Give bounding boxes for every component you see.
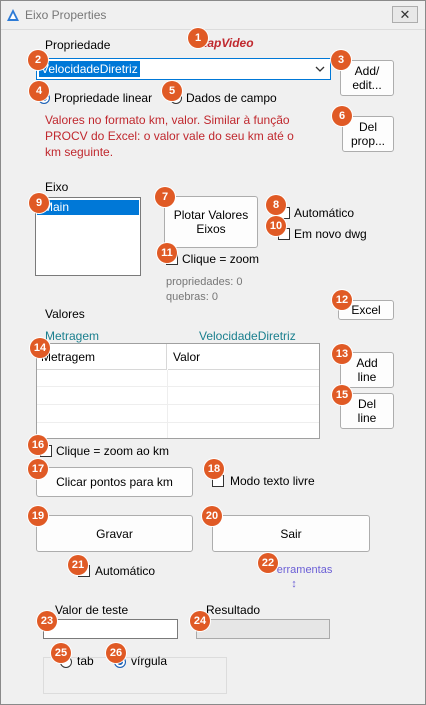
close-button[interactable]: ✕ (392, 6, 418, 23)
valores-table[interactable]: Metragem Valor (36, 343, 320, 439)
badge-12: 12 (332, 290, 352, 310)
table-gridline (37, 386, 319, 387)
app-icon (7, 9, 19, 21)
valor-teste-label: Valor de teste (55, 603, 129, 617)
clique-zoom-km-label: Clique = zoom ao km (56, 444, 170, 458)
column-caption-metragem: Metragem (45, 329, 100, 343)
automatico-gravar-label: Automático (95, 564, 156, 578)
propriedade-select-value: VelocidadeDiretriz (39, 61, 140, 77)
sair-button[interactable]: Sair (212, 515, 370, 552)
badge-4: 4 (29, 81, 49, 101)
badge-1: 1 (188, 28, 208, 48)
quebras-count: quebras: 0 (166, 291, 218, 303)
badge-6: 6 (332, 106, 352, 126)
badge-23: 23 (37, 611, 57, 631)
badge-7: 7 (155, 187, 175, 207)
propriedades-count: propriedades: 0 (166, 276, 243, 288)
propriedade-select[interactable]: VelocidadeDiretriz (36, 58, 331, 80)
propriedade-label: Propriedade (45, 38, 111, 52)
radio-tab-label: tab (77, 654, 94, 668)
badge-9: 9 (29, 193, 49, 213)
clicar-pontos-button[interactable]: Clicar pontos para km (36, 467, 193, 497)
radio-virgula-label: vírgula (131, 654, 168, 668)
table-gridline (37, 404, 319, 405)
badge-24: 24 (190, 611, 210, 631)
lapvideo-label: LapVideo (200, 36, 254, 50)
clique-zoom-label: Clique = zoom (182, 252, 260, 266)
novo-dwg-label: Em novo dwg (294, 227, 367, 241)
table-column-divider (167, 370, 168, 438)
eixo-listbox[interactable]: Main (35, 197, 141, 276)
badge-15: 15 (332, 385, 352, 405)
ferramentas-link[interactable]: Ferramentas ↕ (270, 563, 332, 591)
plotar-valores-button[interactable]: Plotar Valores Eixos (164, 196, 258, 248)
gravar-button[interactable]: Gravar (36, 515, 193, 552)
badge-20: 20 (202, 506, 222, 526)
propriedade-description: Valores no formato km, valor. Similar à … (45, 113, 294, 159)
table-header-metragem[interactable]: Metragem (37, 344, 167, 370)
column-caption-velocidade: VelocidadeDiretriz (199, 329, 296, 343)
eixo-list-item[interactable]: Main (37, 200, 139, 215)
badge-22: 22 (258, 553, 278, 573)
badge-2: 2 (28, 50, 48, 70)
badge-8: 8 (266, 195, 286, 215)
badge-25: 25 (51, 643, 71, 663)
badge-21: 21 (68, 555, 88, 575)
chevron-down-icon (315, 66, 325, 72)
modo-texto-livre-label: Modo texto livre (230, 474, 315, 488)
badge-3: 3 (331, 50, 351, 70)
badge-10: 10 (266, 216, 286, 236)
badge-19: 19 (28, 506, 48, 526)
badge-17: 17 (28, 459, 48, 479)
badge-16: 16 (28, 435, 48, 455)
badge-18: 18 (204, 459, 224, 479)
table-gridline (37, 422, 319, 423)
window-title: Eixo Properties (25, 8, 107, 22)
badge-14: 14 (30, 338, 50, 358)
valor-teste-input[interactable] (43, 619, 178, 639)
resultado-field (196, 619, 330, 639)
eixo-label: Eixo (45, 180, 69, 194)
automatico-label: Automático (294, 206, 355, 220)
badge-26: 26 (106, 643, 126, 663)
resultado-label: Resultado (206, 603, 261, 617)
table-header-valor[interactable]: Valor (168, 344, 319, 370)
radio-dados-campo-label: Dados de campo (186, 91, 277, 105)
badge-5: 5 (162, 81, 182, 101)
badge-11: 11 (157, 243, 177, 263)
badge-13: 13 (332, 344, 352, 364)
valores-label: Valores (45, 307, 85, 321)
radio-propriedade-linear-label: Propriedade linear (54, 91, 153, 105)
